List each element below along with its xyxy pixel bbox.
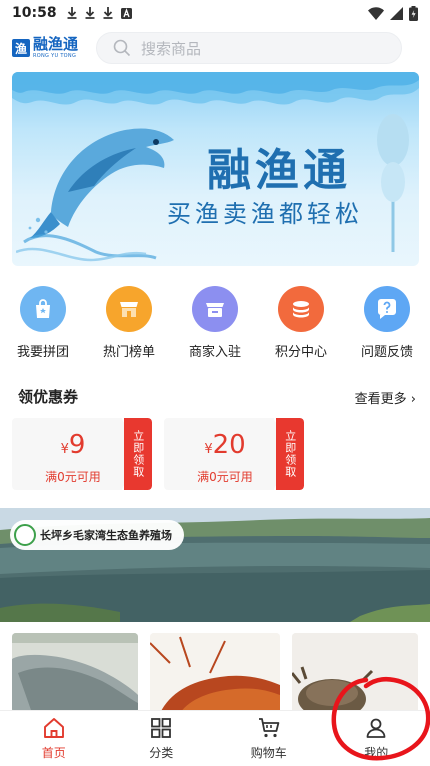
logo-english: RONG YU TONG <box>33 53 77 59</box>
category-points-center[interactable]: 积分中心 <box>258 286 344 366</box>
coupon-value: 20 <box>212 430 246 460</box>
category-label: 积分中心 <box>274 345 327 360</box>
download-icon <box>85 7 95 19</box>
question-icon <box>364 286 410 332</box>
product-card[interactable] <box>292 633 418 713</box>
category-shortcuts: 我要拼团 热门榜单 商家入驻 积分中心 问题反馈 <box>0 286 430 366</box>
coupon-condition: 满0元可用 <box>197 470 253 484</box>
product-card[interactable] <box>12 633 138 713</box>
farm-name-badge[interactable]: 长坪乡毛家湾生态鱼养殖场 <box>10 520 184 550</box>
cart-icon <box>258 718 280 738</box>
claim-coupon-button[interactable]: 立即领取 <box>124 418 152 490</box>
system-icons <box>368 5 418 21</box>
coupon-card[interactable]: ¥20 满0元可用 立即领取 <box>164 418 304 490</box>
app-screen: 10:58 渔 融渔通 RONG YU TONG 搜索商品 融渔通 买渔卖渔都轻… <box>0 0 430 766</box>
tab-label: 首页 <box>41 746 66 760</box>
tab-profile[interactable]: 我的 <box>323 711 430 766</box>
fish-illustration <box>16 128 174 262</box>
store-icon <box>106 286 152 332</box>
banner-subtitle: 买渔卖渔都轻松 <box>167 200 363 228</box>
category-label: 热门榜单 <box>102 345 155 360</box>
status-bar: 10:58 <box>0 0 430 26</box>
product-card[interactable] <box>150 633 280 713</box>
fish-image <box>12 633 138 713</box>
app-logo[interactable]: 渔 融渔通 RONG YU TONG <box>12 34 80 62</box>
crayfish-image <box>150 633 280 713</box>
category-hot-list[interactable]: 热门榜单 <box>86 286 172 366</box>
crab-image <box>292 633 418 713</box>
bottom-tab-bar: 首页 分类 购物车 我的 <box>0 710 430 766</box>
hero-banner[interactable]: 融渔通 买渔卖渔都轻松 <box>12 72 419 266</box>
coupon-condition: 满0元可用 <box>45 470 101 484</box>
tab-label: 分类 <box>149 746 174 760</box>
tab-label: 购物车 <box>250 746 287 760</box>
search-icon <box>113 39 131 57</box>
tree-decoration <box>377 114 409 252</box>
logo-text: 融渔通 RONG YU TONG <box>33 37 78 59</box>
coupon-amount: ¥20 <box>164 430 286 460</box>
bag-icon <box>20 286 66 332</box>
banner-title: 融渔通 <box>207 145 351 196</box>
battery-icon <box>409 5 418 21</box>
search-placeholder: 搜索商品 <box>141 39 202 58</box>
a-icon <box>120 7 132 19</box>
coupon-currency: ¥ <box>204 442 213 457</box>
shop-icon <box>192 286 238 332</box>
coupons-title: 领优惠券 <box>18 388 79 406</box>
tab-cart[interactable]: 购物车 <box>215 711 323 766</box>
category-feedback[interactable]: 问题反馈 <box>344 286 430 366</box>
category-merchant-join[interactable]: 商家入驻 <box>172 286 258 366</box>
grid-icon <box>151 718 172 738</box>
coupon-value: 9 <box>68 430 86 460</box>
tab-home[interactable]: 首页 <box>0 711 108 766</box>
download-icon <box>103 7 113 19</box>
category-label: 我要拼团 <box>16 345 69 360</box>
notification-icons <box>67 7 132 19</box>
coins-icon <box>278 286 324 332</box>
logo-badge: 渔 <box>12 39 30 57</box>
download-icon <box>67 7 77 19</box>
status-time: 10:58 <box>12 5 57 21</box>
leaf-icon <box>14 524 36 546</box>
coupon-currency: ¥ <box>60 442 69 457</box>
user-icon <box>366 718 386 738</box>
tab-label: 我的 <box>364 746 389 760</box>
top-header: 渔 融渔通 RONG YU TONG 搜索商品 <box>0 30 430 66</box>
logo-name: 融渔通 <box>33 35 79 53</box>
category-group-buy[interactable]: 我要拼团 <box>0 286 86 366</box>
coupon-card[interactable]: ¥9 满0元可用 立即领取 <box>12 418 152 490</box>
category-label: 问题反馈 <box>360 345 413 360</box>
claim-coupon-button[interactable]: 立即领取 <box>276 418 304 490</box>
wifi-icon <box>368 6 384 20</box>
farm-name: 长坪乡毛家湾生态鱼养殖场 <box>40 529 172 542</box>
product-row <box>0 633 430 713</box>
search-input[interactable]: 搜索商品 <box>96 32 402 64</box>
signal-icon <box>390 6 403 20</box>
category-label: 商家入驻 <box>188 345 241 360</box>
coupon-amount: ¥9 <box>12 430 134 460</box>
home-icon <box>43 718 64 738</box>
tab-category[interactable]: 分类 <box>108 711 216 766</box>
coupons-more-link[interactable]: 查看更多 › <box>355 388 416 407</box>
